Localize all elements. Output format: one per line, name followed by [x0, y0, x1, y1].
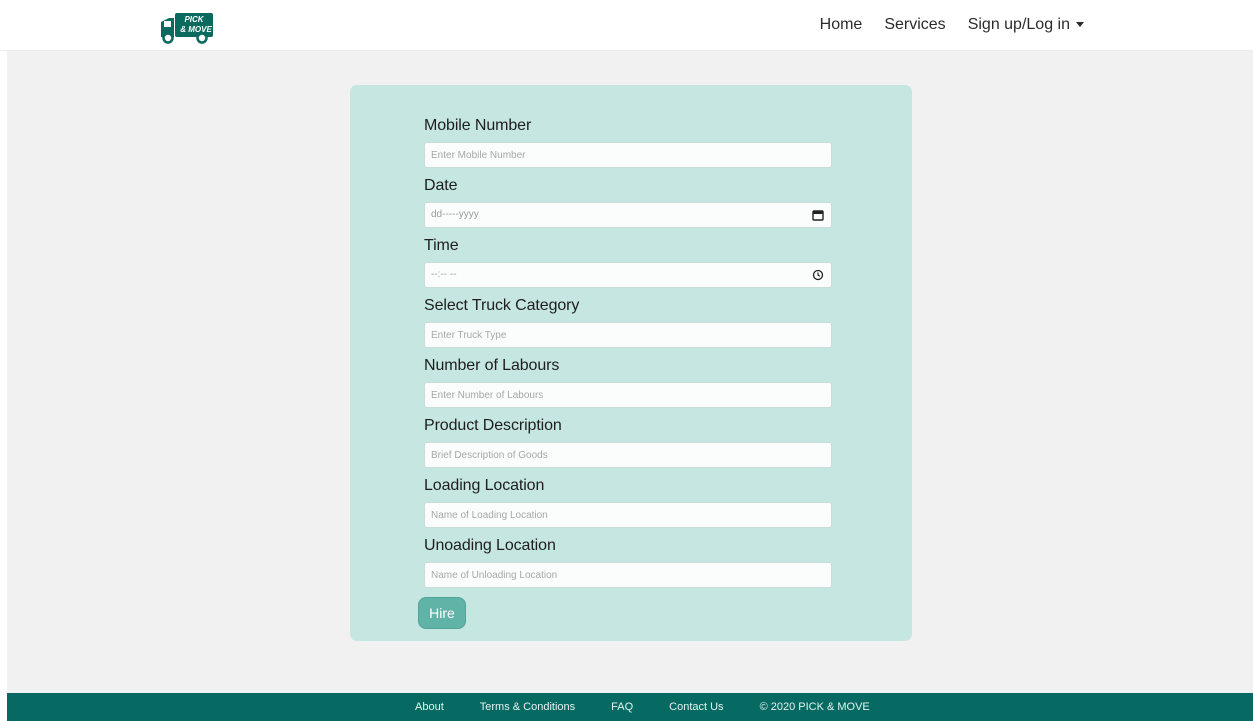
footer-contact-link[interactable]: Contact Us — [669, 701, 723, 713]
main-nav: Home Services Sign up/Log in — [820, 0, 1084, 50]
calendar-icon[interactable] — [812, 209, 824, 221]
nav-signup-login-dropdown[interactable]: Sign up/Log in — [968, 16, 1084, 34]
truck-category-input[interactable] — [424, 322, 832, 348]
unloading-location-label: Unoading Location — [424, 537, 556, 554]
time-input[interactable]: --:-- -- — [424, 262, 832, 288]
labours-label: Number of Labours — [424, 357, 560, 374]
truck-category-label: Select Truck Category — [424, 297, 580, 314]
chevron-down-icon — [1076, 22, 1084, 28]
product-description-field: Product Description — [424, 415, 832, 468]
svg-text:& MOVE: & MOVE — [180, 25, 212, 34]
labours-field: Number of Labours — [424, 355, 832, 408]
nav-services[interactable]: Services — [884, 16, 945, 34]
loading-location-label: Loading Location — [424, 477, 545, 494]
date-label: Date — [424, 177, 458, 194]
labours-input[interactable] — [424, 382, 832, 408]
time-label: Time — [424, 237, 459, 254]
mobile-number-label: Mobile Number — [424, 117, 532, 134]
time-field: Time --:-- -- — [424, 235, 832, 288]
loading-location-field: Loading Location — [424, 475, 832, 528]
date-field: Date dd-----yyyy — [424, 175, 832, 228]
mobile-number-field: Mobile Number — [424, 115, 832, 168]
site-logo[interactable]: PICK & MOVE — [155, 8, 221, 44]
product-description-label: Product Description — [424, 417, 562, 434]
loading-location-input[interactable] — [424, 502, 832, 528]
nav-home[interactable]: Home — [820, 16, 863, 34]
product-description-input[interactable] — [424, 442, 832, 468]
mobile-number-input[interactable] — [424, 142, 832, 168]
svg-text:PICK: PICK — [184, 15, 204, 24]
footer-terms-link[interactable]: Terms & Conditions — [480, 701, 575, 713]
hire-form: Mobile Number Date dd-----yyyy Time --:-… — [350, 85, 912, 641]
truck-logo-icon: PICK & MOVE — [161, 13, 213, 44]
footer-about-link[interactable]: About — [415, 701, 444, 713]
truck-category-field: Select Truck Category — [424, 295, 832, 348]
footer-copyright: © 2020 PICK & MOVE — [759, 701, 870, 713]
date-input-placeholder: dd-----yyyy — [431, 209, 479, 220]
clock-icon[interactable] — [812, 269, 824, 281]
navbar: PICK & MOVE Home Services Sign up/Log in — [0, 0, 1253, 51]
time-input-placeholder: --:-- -- — [431, 269, 457, 280]
nav-signup-login-label: Sign up/Log in — [967, 16, 1070, 33]
date-input[interactable]: dd-----yyyy — [424, 202, 832, 228]
unloading-location-field: Unoading Location — [424, 535, 832, 588]
footer-faq-link[interactable]: FAQ — [611, 701, 633, 713]
unloading-location-input[interactable] — [424, 562, 832, 588]
hire-button[interactable]: Hire — [418, 597, 466, 629]
footer: About Terms & Conditions FAQ Contact Us … — [7, 693, 1253, 721]
footer-links: About Terms & Conditions FAQ Contact Us … — [415, 693, 870, 721]
